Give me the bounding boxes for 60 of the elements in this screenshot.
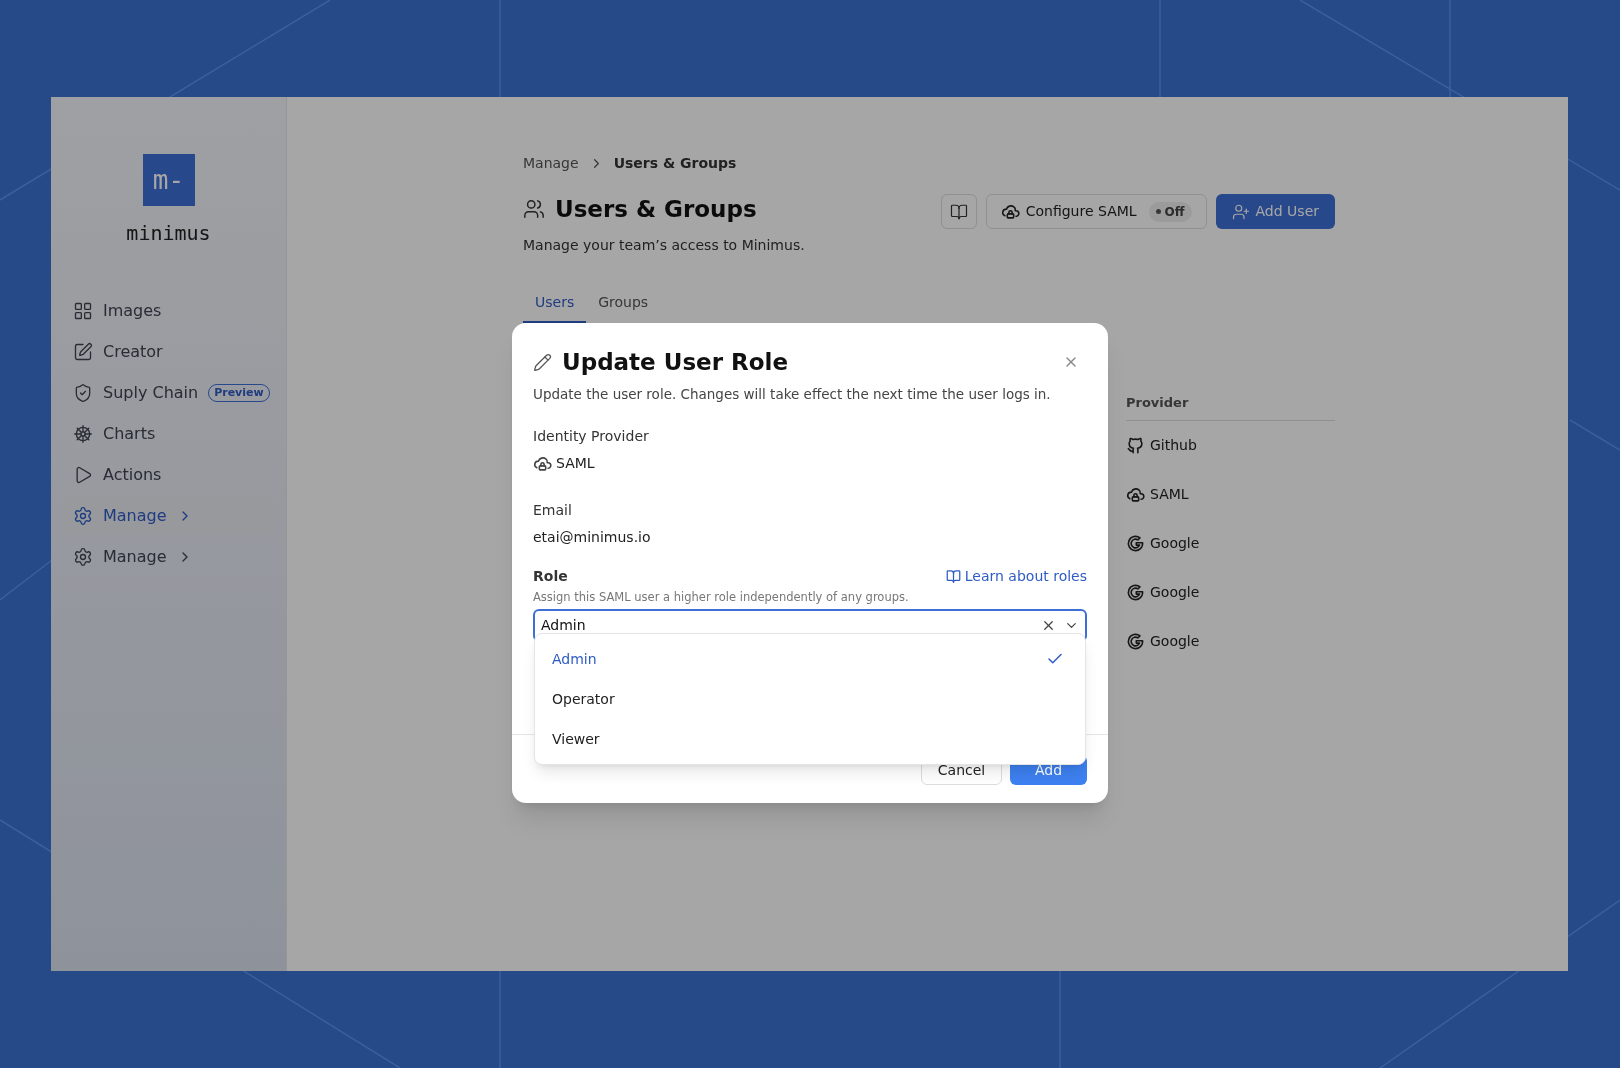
nav-label: Images (103, 300, 162, 322)
nav-label: Actions (103, 464, 162, 486)
field-label: Role (533, 566, 568, 586)
provider-name: SAML (1150, 485, 1189, 504)
page-subtitle: Manage your team’s access to Minimus. (523, 235, 805, 255)
field-label: Identity Provider (533, 426, 650, 446)
provider-name: Github (1150, 436, 1197, 455)
breadcrumb-current: Users & Groups (613, 154, 737, 173)
provider-name: Google (1150, 632, 1200, 651)
add-user-button[interactable]: Add User (1215, 194, 1335, 229)
clear-icon[interactable] (1041, 618, 1056, 633)
field-label: Email (533, 500, 573, 520)
breadcrumb-link[interactable]: Manage (523, 153, 579, 174)
logo-mark: m- (142, 154, 195, 206)
learn-roles-link[interactable]: Learn about roles (945, 565, 1087, 587)
settings-icon (73, 506, 93, 526)
provider-name: Google (1150, 534, 1200, 553)
logo-text: minimus (126, 220, 211, 247)
provider-name: Google (1150, 583, 1200, 602)
column-header: Provider (1126, 392, 1335, 421)
nav-item[interactable]: Actions (63, 457, 274, 493)
user-plus-icon (1231, 202, 1250, 221)
nav-item[interactable]: Manage (63, 539, 274, 575)
nav-item[interactable]: Creator (63, 334, 274, 370)
google-icon (1126, 583, 1145, 602)
email-value: etai@minimus.io (533, 527, 652, 547)
github-icon (1126, 436, 1145, 455)
google-icon (1126, 632, 1145, 651)
cloud-lock-icon (1000, 202, 1020, 221)
select-value: Admin (541, 616, 587, 635)
cloud-lock-icon (1126, 485, 1145, 504)
pencil-icon (533, 352, 552, 372)
dialog-description: Update the user role. Changes will take effect the next time the user logs in. (533, 384, 1052, 404)
shield-icon (73, 383, 93, 403)
google-icon (1126, 534, 1145, 553)
nav-label: Charts (103, 423, 156, 445)
nav-item[interactable]: Charts (63, 416, 274, 452)
users-icon (523, 198, 545, 221)
configure-saml-button[interactable]: Configure SAML Off (985, 194, 1207, 229)
nav-label: Manage (103, 546, 167, 568)
nav-label: Creator (103, 341, 163, 363)
book-icon (949, 202, 968, 221)
dropdown-option[interactable]: Operator (535, 679, 1085, 719)
grid-icon (73, 301, 93, 321)
nav-label: Manage (103, 505, 167, 527)
edit-icon (73, 342, 93, 362)
field-help: Assign this SAML user a higher role independently of any groups. (533, 588, 910, 606)
identity-value: SAML (556, 453, 595, 473)
dialog-title: Update User Role (562, 348, 789, 377)
tab[interactable]: Groups (586, 291, 661, 323)
nav-item[interactable]: Images (63, 293, 274, 329)
docs-button[interactable] (940, 194, 977, 229)
book-icon (945, 568, 961, 584)
ship-wheel-icon (73, 424, 93, 444)
dropdown-option[interactable]: Admin (535, 639, 1085, 679)
nav-item[interactable]: Suply Chain Preview (63, 375, 274, 411)
nav-label: Suply Chain (103, 382, 199, 404)
settings-icon (73, 547, 93, 567)
status-pill: Off (1148, 201, 1192, 222)
page-title: Users & Groups (555, 195, 757, 224)
